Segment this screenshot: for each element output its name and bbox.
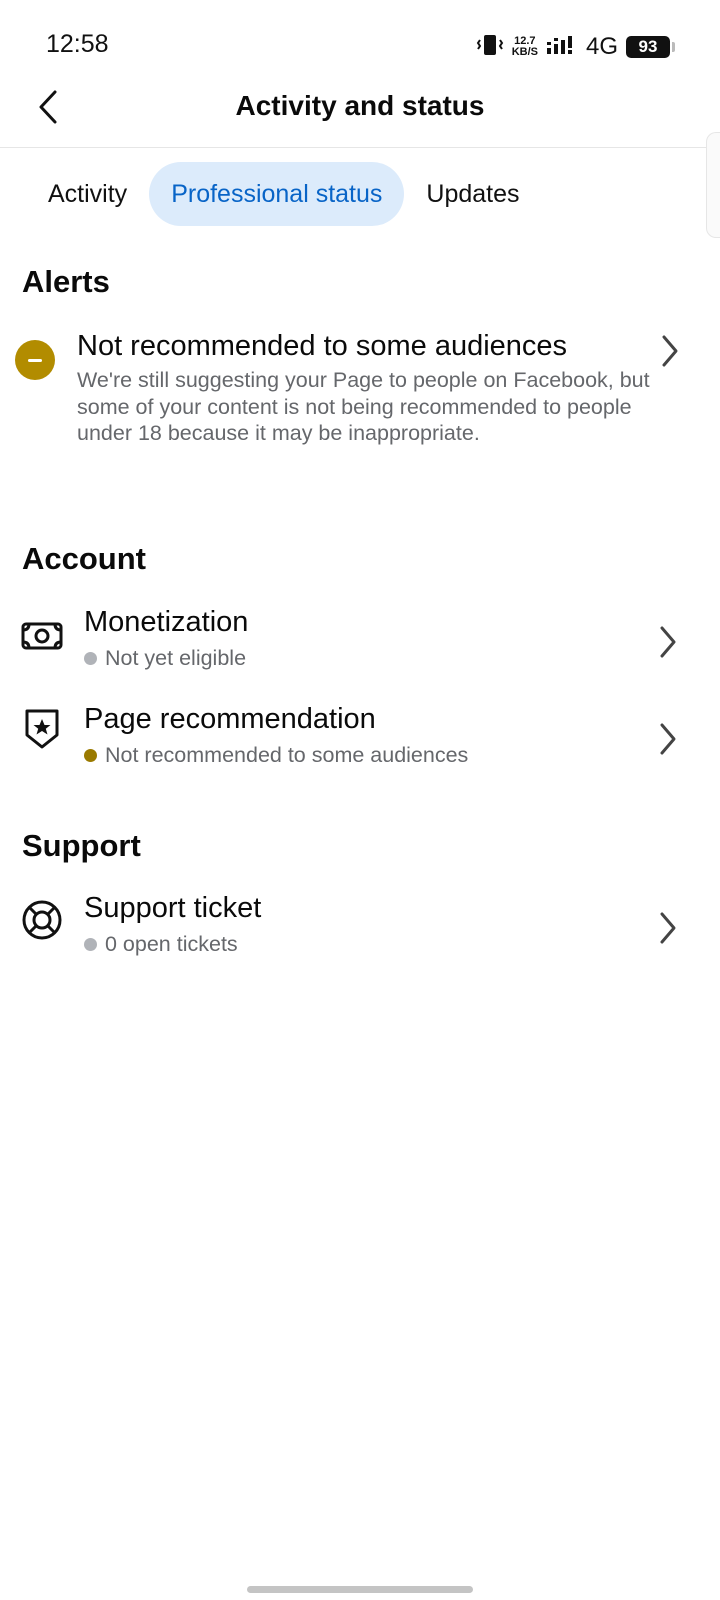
status-bar: 12:58 12.7 KB/S 4G 93	[0, 0, 720, 80]
signal-icon	[546, 34, 578, 61]
page-title: Activity and status	[235, 90, 485, 121]
minus-circle-icon	[15, 340, 55, 380]
support-ticket-title: Support ticket	[84, 892, 262, 924]
status-dot	[84, 749, 97, 762]
vibrate-icon	[476, 33, 504, 62]
monetization-title: Monetization	[84, 606, 249, 638]
status-dot	[84, 938, 97, 951]
alerts-heading: Alerts	[22, 264, 110, 299]
support-heading: Support	[22, 828, 141, 863]
monetization-status: Not yet eligible	[84, 646, 246, 671]
chevron-right-icon	[656, 624, 680, 660]
tab-professional-status[interactable]: Professional status	[149, 162, 405, 226]
home-indicator[interactable]	[247, 1586, 473, 1593]
alert-title: Not recommended to some audiences	[77, 330, 568, 362]
alert-item[interactable]: Not recommended to some audiences We're …	[0, 325, 720, 475]
account-heading: Account	[22, 541, 146, 576]
shield-star-icon	[20, 707, 64, 751]
tab-activity[interactable]: Activity	[26, 162, 149, 226]
app-header: Activity and status	[0, 80, 720, 148]
support-ticket-status: 0 open tickets	[84, 932, 238, 957]
network-type: 4G	[585, 33, 618, 60]
monetization-row[interactable]: Monetization Not yet eligible	[0, 606, 720, 690]
page-recommendation-row[interactable]: Page recommendation Not recommended to s…	[0, 703, 720, 787]
network-speed: 12.7 KB/S	[511, 35, 538, 58]
tab-updates[interactable]: Updates	[404, 162, 541, 226]
money-icon	[20, 614, 64, 658]
page-recommendation-status: Not recommended to some audiences	[84, 743, 468, 768]
status-icons: 12.7 KB/S 4G 93	[476, 32, 675, 62]
tab-bar: Activity Professional status Updates	[26, 162, 542, 226]
page-recommendation-title: Page recommendation	[84, 703, 376, 735]
alert-description: We're still suggesting your Page to peop…	[77, 368, 650, 445]
status-dot	[84, 652, 97, 665]
chevron-right-icon	[658, 333, 682, 369]
side-panel-handle[interactable]	[706, 132, 720, 238]
status-time: 12:58	[46, 30, 109, 58]
battery-icon: 93	[626, 36, 675, 58]
chevron-right-icon	[656, 910, 680, 946]
chevron-right-icon	[656, 721, 680, 757]
support-ticket-row[interactable]: Support ticket 0 open tickets	[0, 892, 720, 976]
lifebuoy-icon	[20, 898, 64, 942]
